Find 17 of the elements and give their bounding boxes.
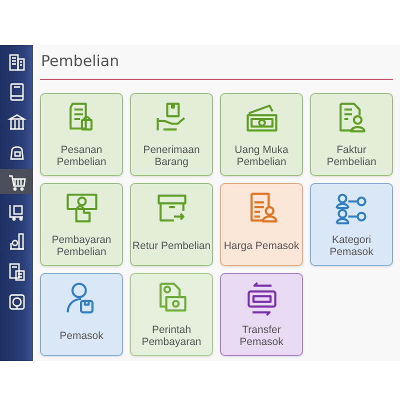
page-title: Pembelian xyxy=(40,45,393,80)
menu-tile[interactable]: Faktur Pembelian xyxy=(310,93,393,176)
menu-tile[interactable]: Kategori Pemasok xyxy=(310,183,393,266)
menu-tile[interactable]: Transfer Pemasok xyxy=(220,273,303,356)
menu-tile[interactable]: Pemasok xyxy=(40,273,123,356)
menu-tile[interactable]: Penerimaan Barang xyxy=(130,93,213,176)
sidebar-icon xyxy=(6,112,26,132)
sidebar-icon xyxy=(6,262,26,282)
menu-tile[interactable]: Harga Pemasok xyxy=(220,183,303,266)
sidebar-icon xyxy=(6,52,26,72)
menu-tile[interactable]: Uang Muka Pembelian xyxy=(220,93,303,176)
menu-tile[interactable]: Retur Pembelian xyxy=(130,183,213,266)
menu-tile[interactable]: Pembayaran Pembelian xyxy=(40,183,123,266)
menu-tile[interactable]: Perintah Pembayaran xyxy=(130,273,213,356)
sidebar-item[interactable] xyxy=(0,169,33,194)
sidebar-icon xyxy=(6,292,26,312)
menu-tile[interactable]: Pesanan Pembelian xyxy=(40,93,123,176)
